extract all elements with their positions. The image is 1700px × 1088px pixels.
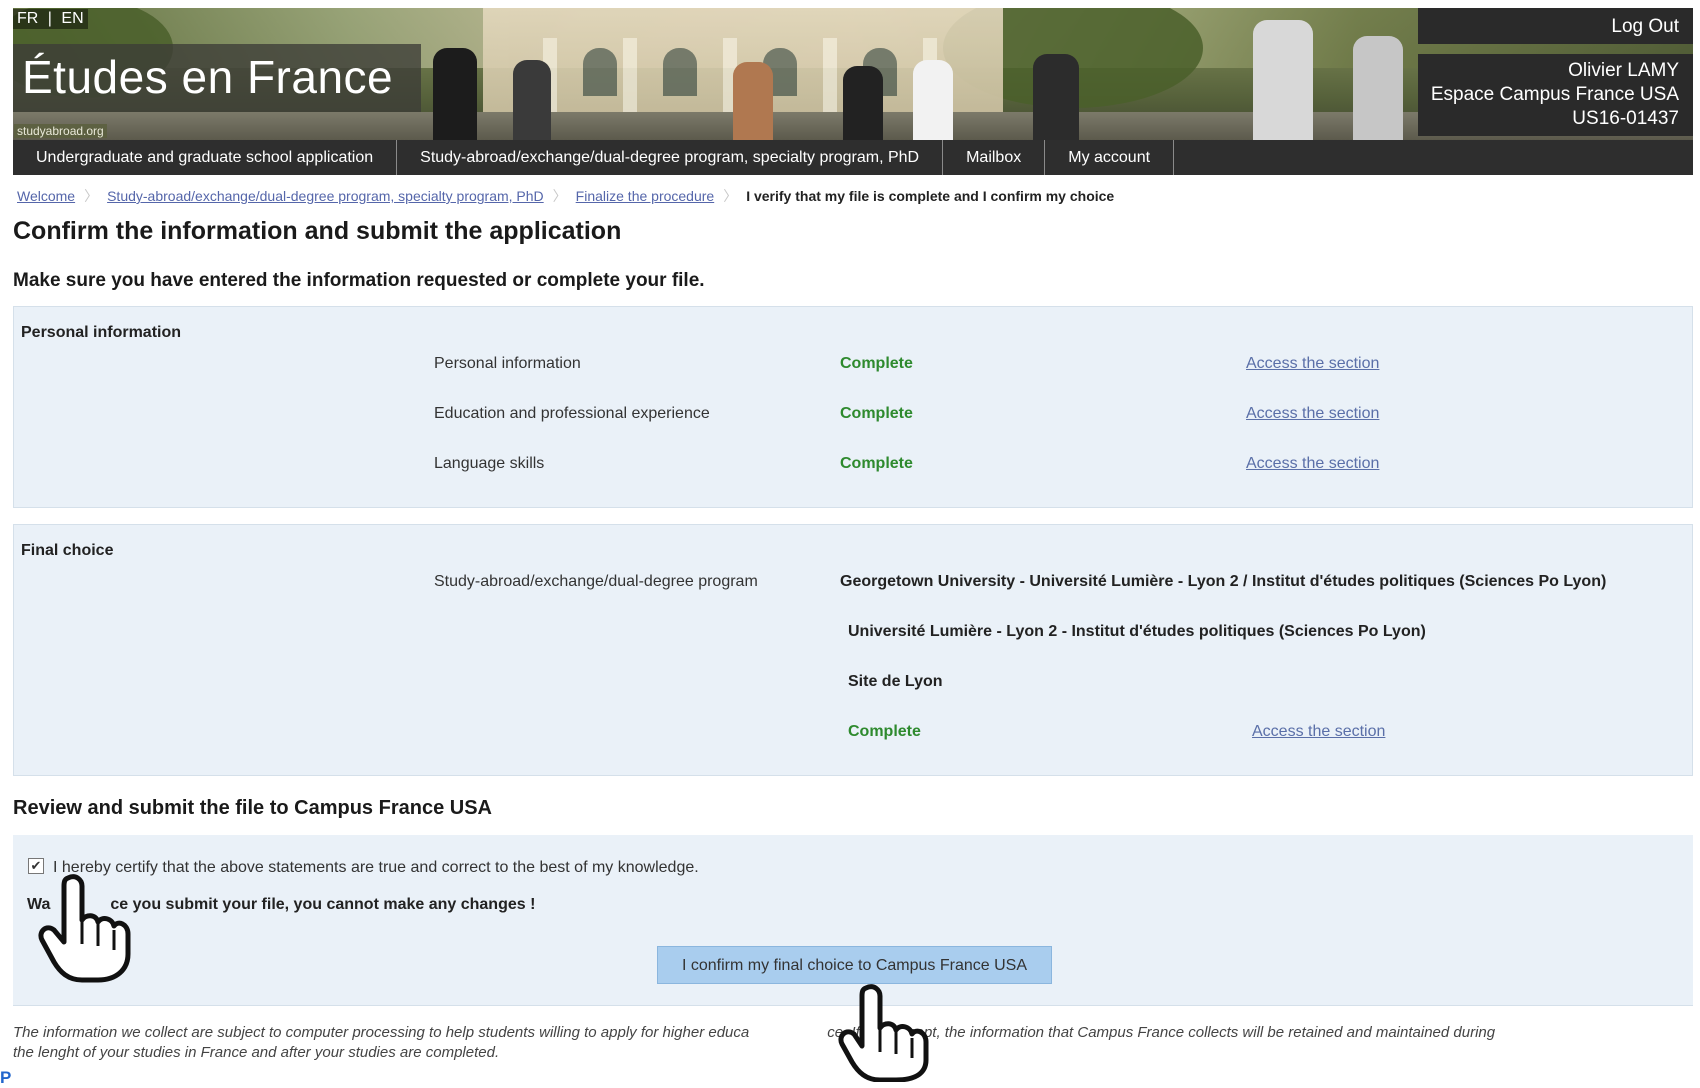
access-section-final-choice[interactable]: Access the section <box>1252 723 1385 741</box>
personal-info-panel: Personal information Personal informatio… <box>13 306 1693 508</box>
banner-person <box>843 66 883 140</box>
final-choice-institution: Université Lumière - Lyon 2 - Institut d… <box>848 623 1426 640</box>
main-nav: Undergraduate and graduate school applic… <box>13 140 1693 175</box>
row-label-education: Education and professional experience <box>434 405 710 422</box>
page-subtitle: Make sure you have entered the informati… <box>13 270 705 291</box>
panel-title-final-choice: Final choice <box>21 542 114 559</box>
banner-watermark: studyabroad.org <box>14 124 107 138</box>
breadcrumb-study-abroad[interactable]: Study-abroad/exchange/dual-degree progra… <box>107 188 544 204</box>
banner-person <box>513 60 551 140</box>
row-label-personal-info: Personal information <box>434 355 581 372</box>
breadcrumb-separator-icon: 〉 <box>84 188 99 204</box>
breadcrumb-finalize[interactable]: Finalize the procedure <box>576 188 715 204</box>
status-education: Complete <box>840 405 913 422</box>
privacy-text-start: The information we collect are subject t… <box>13 1024 750 1041</box>
banner-person <box>433 48 477 140</box>
building-column <box>623 38 637 118</box>
privacy-text-line2: the lenght of your studies in France and… <box>13 1044 500 1061</box>
user-info: Olivier LAMY Espace Campus France USA US… <box>1418 54 1693 136</box>
breadcrumb-current: I verify that my file is complete and I … <box>746 188 1115 204</box>
breadcrumb: Welcome 〉 Study-abroad/exchange/dual-deg… <box>17 186 1114 206</box>
confirm-final-choice-button[interactable]: I confirm my final choice to Campus Fran… <box>657 946 1052 984</box>
final-choice-program: Georgetown University - Université Lumiè… <box>840 573 1607 590</box>
hand-pointer-icon <box>838 984 929 1082</box>
site-logo[interactable]: Études en France <box>22 50 393 104</box>
logout-link[interactable]: Log Out <box>1611 16 1679 38</box>
nav-item-mailbox[interactable]: Mailbox <box>943 140 1046 175</box>
nav-item-application[interactable]: Undergraduate and graduate school applic… <box>13 140 398 175</box>
user-name: Olivier LAMY <box>1568 60 1679 81</box>
hand-pointer-icon <box>38 874 131 983</box>
user-id: US16-01437 <box>1572 108 1679 129</box>
building-window <box>663 48 697 96</box>
banner-person <box>1033 54 1079 140</box>
review-title: Review and submit the file to Campus Fra… <box>13 797 492 819</box>
banner-person <box>1353 36 1403 140</box>
certify-label: I hereby certify that the above statemen… <box>53 859 699 876</box>
user-organization: Espace Campus France USA <box>1430 84 1679 105</box>
logout-container: Log Out <box>1418 8 1693 44</box>
access-section-education[interactable]: Access the section <box>1246 405 1379 423</box>
warning-text-end: ce you submit your file, you cannot make… <box>110 896 536 913</box>
breadcrumb-separator-icon: 〉 <box>552 188 567 204</box>
nav-item-study-abroad[interactable]: Study-abroad/exchange/dual-degree progra… <box>397 140 944 175</box>
page-title: Confirm the information and submit the a… <box>13 217 622 245</box>
lang-fr-link[interactable]: FR <box>17 9 38 29</box>
access-section-language[interactable]: Access the section <box>1246 455 1379 473</box>
status-personal-info: Complete <box>840 355 913 372</box>
lang-separator: | <box>47 10 52 27</box>
building-window <box>583 48 617 96</box>
final-choice-site: Site de Lyon <box>848 673 943 690</box>
language-switcher: FR | EN <box>13 9 88 29</box>
lang-en-link[interactable]: EN <box>61 9 83 29</box>
access-section-personal-info[interactable]: Access the section <box>1246 355 1379 373</box>
status-language: Complete <box>840 455 913 472</box>
page-corner-mark: P <box>0 1068 12 1087</box>
row-label-language: Language skills <box>434 455 545 472</box>
banner-person <box>733 62 773 140</box>
panel-title-personal: Personal information <box>21 324 182 341</box>
banner-person <box>1253 20 1313 140</box>
breadcrumb-separator-icon: 〉 <box>723 188 738 204</box>
final-choice-panel: Final choice Study-abroad/exchange/dual-… <box>13 524 1693 776</box>
breadcrumb-welcome[interactable]: Welcome <box>17 188 75 204</box>
nav-item-my-account[interactable]: My account <box>1045 140 1175 175</box>
banner-person <box>913 60 953 140</box>
status-final-choice: Complete <box>848 723 921 740</box>
building-column <box>823 38 837 118</box>
row-label-program-type: Study-abroad/exchange/dual-degree progra… <box>434 573 758 590</box>
